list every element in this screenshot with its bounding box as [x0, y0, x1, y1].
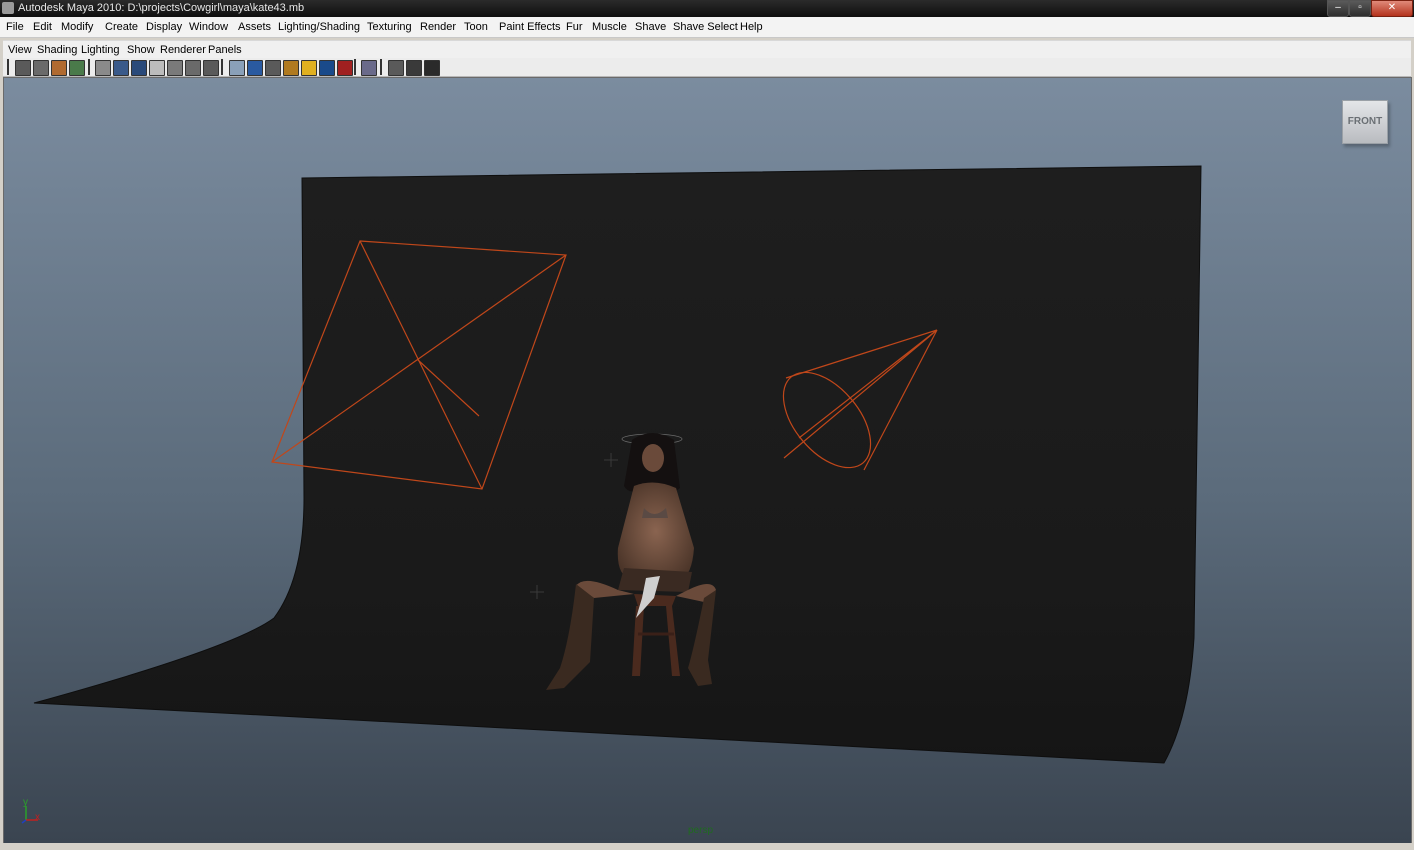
isolate-select-icon[interactable] — [361, 60, 377, 76]
axis-y-label: y — [23, 797, 28, 808]
film-gate-icon[interactable] — [113, 60, 129, 76]
panel-menu-panels[interactable]: Panels — [208, 44, 242, 56]
menu-paint-effects[interactable]: Paint Effects — [499, 21, 561, 33]
minimize-button[interactable]: ‒ — [1327, 0, 1349, 17]
viewcube-front[interactable]: FRONT — [1342, 100, 1388, 144]
safe-action-icon[interactable] — [185, 60, 201, 76]
toolbar-separator — [88, 59, 90, 75]
bookmark-icon[interactable] — [51, 60, 67, 76]
maximize-button[interactable]: ▫ — [1349, 0, 1371, 17]
gate-mask-icon[interactable] — [149, 60, 165, 76]
smooth-shade-icon[interactable] — [247, 60, 263, 76]
toolbar-separator — [380, 59, 382, 75]
grid-icon[interactable] — [95, 60, 111, 76]
menu-edit[interactable]: Edit — [33, 21, 52, 33]
axis-gizmo: y x — [21, 797, 40, 824]
panel-menu-shading[interactable]: Shading — [37, 44, 77, 56]
hud-icon[interactable] — [388, 60, 404, 76]
toolbar-separator — [221, 59, 223, 75]
ipr-render-icon[interactable] — [424, 60, 440, 76]
panel-toolbar — [3, 58, 1411, 77]
wireframe-icon[interactable] — [229, 60, 245, 76]
toolbar-separator — [7, 59, 9, 75]
main-menu-bar: File Edit Modify Create Display Window A… — [0, 17, 1414, 38]
window-title: Autodesk Maya 2010: D:\projects\Cowgirl\… — [18, 2, 305, 14]
menu-fur[interactable]: Fur — [566, 21, 583, 33]
menu-create[interactable]: Create — [105, 21, 138, 33]
panel-menu-show[interactable]: Show — [127, 44, 155, 56]
render-view-icon[interactable] — [406, 60, 422, 76]
maya-app-icon[interactable] — [2, 2, 14, 14]
menu-render[interactable]: Render — [420, 21, 456, 33]
menu-shave[interactable]: Shave — [635, 21, 666, 33]
panel-menu-view[interactable]: View — [8, 44, 32, 56]
resolution-gate-icon[interactable] — [131, 60, 147, 76]
select-camera-icon[interactable] — [15, 60, 31, 76]
flat-shade-icon[interactable] — [265, 60, 281, 76]
menu-file[interactable]: File — [6, 21, 24, 33]
menu-toon[interactable]: Toon — [464, 21, 488, 33]
menu-display[interactable]: Display — [146, 21, 182, 33]
scene-canvas — [33, 165, 1202, 764]
camera-attributes-icon[interactable] — [33, 60, 49, 76]
toolbar-separator — [354, 59, 356, 75]
field-chart-icon[interactable] — [167, 60, 183, 76]
panel-menu-renderer[interactable]: Renderer — [160, 44, 206, 56]
axis-x-label: x — [35, 812, 40, 823]
shadows-icon[interactable] — [319, 60, 335, 76]
panel-menu-lighting[interactable]: Lighting — [81, 44, 120, 56]
lights-icon[interactable] — [301, 60, 317, 76]
image-plane-icon[interactable] — [69, 60, 85, 76]
cyclorama-backdrop — [33, 165, 1202, 764]
xray-icon[interactable] — [337, 60, 353, 76]
perspective-viewport[interactable]: FRONT y x persp — [3, 77, 1412, 845]
camera-name-label: persp — [688, 825, 714, 836]
close-button[interactable]: ✕ — [1371, 0, 1413, 17]
menu-modify[interactable]: Modify — [61, 21, 93, 33]
safe-title-icon[interactable] — [203, 60, 219, 76]
panel-menu-bar: View Shading Lighting Show Renderer Pane… — [3, 40, 1411, 59]
window-bottom-frame — [0, 843, 1414, 850]
menu-assets[interactable]: Assets — [238, 21, 271, 33]
texture-icon[interactable] — [283, 60, 299, 76]
title-bar: Autodesk Maya 2010: D:\projects\Cowgirl\… — [0, 0, 1414, 17]
menu-texturing[interactable]: Texturing — [367, 21, 412, 33]
menu-lighting-shading[interactable]: Lighting/Shading — [278, 21, 360, 33]
menu-window[interactable]: Window — [189, 21, 228, 33]
menu-muscle[interactable]: Muscle — [592, 21, 627, 33]
menu-help[interactable]: Help — [740, 21, 763, 33]
menu-shave-select[interactable]: Shave Select — [673, 21, 738, 33]
